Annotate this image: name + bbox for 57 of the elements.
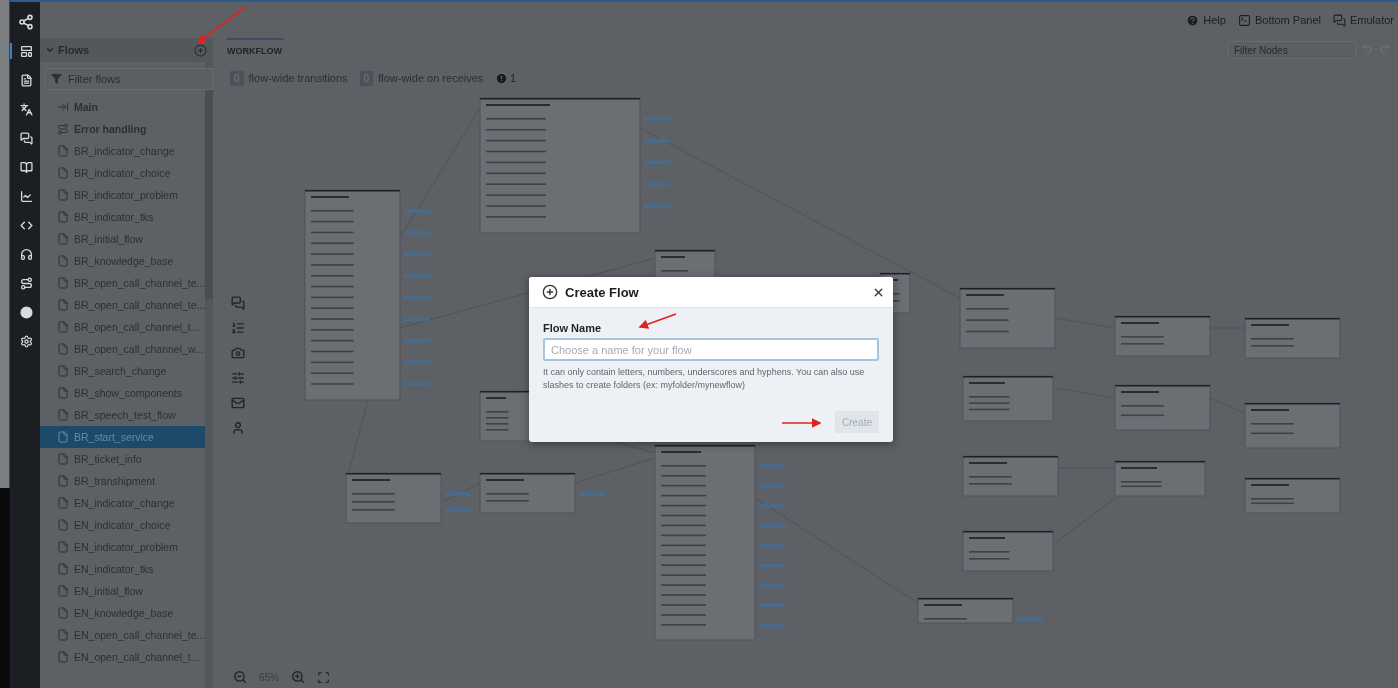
- annotation-arrow: [196, 6, 246, 44]
- header-link[interactable]: Emulator: [1332, 13, 1394, 27]
- terminal-icon: [1237, 13, 1251, 27]
- flow-item[interactable]: BR_start_service: [40, 426, 205, 448]
- filter-icon: [51, 73, 62, 84]
- sliders-icon[interactable]: [231, 371, 245, 385]
- zoom-in-icon[interactable]: [291, 670, 305, 684]
- file-icon: [57, 563, 69, 575]
- file-icon: [57, 277, 69, 289]
- help-icon: [1186, 13, 1200, 27]
- add-icon: [542, 284, 558, 300]
- caret-icon[interactable]: [45, 45, 55, 55]
- camera-icon[interactable]: [231, 346, 245, 360]
- file-icon: [57, 519, 69, 531]
- file-icon: [57, 255, 69, 267]
- file-icon: [57, 145, 69, 157]
- file-icon: [57, 629, 69, 641]
- mail-icon[interactable]: [231, 396, 245, 410]
- annotation-arrow: [781, 418, 822, 428]
- add-flow-icon[interactable]: [194, 43, 207, 57]
- file-icon: [57, 585, 69, 597]
- file-icon: [57, 233, 69, 245]
- flow-name-field[interactable]: Choose a name for your flow: [543, 338, 879, 361]
- file-icon: [57, 453, 69, 465]
- arrow-icon: [57, 101, 69, 113]
- file-icon: [57, 497, 69, 509]
- numbered-list-icon[interactable]: [231, 321, 245, 335]
- fit-view-icon[interactable]: [317, 670, 330, 684]
- zoom-out-icon[interactable]: [233, 670, 247, 684]
- file-icon: [57, 607, 69, 619]
- annotation-arrow: [638, 313, 677, 329]
- file-icon: [57, 541, 69, 553]
- field-hint: It can only contain letters, numbers, underscores and hyphens. You can also use slashes to create folders (ex: myfolder/mynewflow): [543, 366, 866, 392]
- route-icon: [57, 123, 69, 135]
- header-link[interactable]: Bottom Panel: [1237, 13, 1321, 27]
- file-icon: [57, 387, 69, 399]
- scrollbar[interactable]: [205, 62, 213, 688]
- file-icon: [57, 409, 69, 421]
- dialog-title: Create Flow: [565, 284, 640, 300]
- chat-icon: [1332, 13, 1346, 27]
- filter-nodes-field[interactable]: Filter Nodes: [1228, 41, 1356, 59]
- file-icon: [57, 343, 69, 355]
- file-icon: [57, 189, 69, 201]
- file-icon: [57, 365, 69, 377]
- file-icon: [57, 167, 69, 179]
- file-icon: [57, 475, 69, 487]
- file-icon: [57, 321, 69, 333]
- warning-count: 1: [510, 72, 516, 84]
- workflow-tab[interactable]: WORKFLOW: [227, 38, 284, 57]
- warning-icon: [495, 71, 509, 85]
- file-icon: [57, 211, 69, 223]
- user-icon[interactable]: [231, 421, 245, 435]
- header-link[interactable]: Help: [1186, 13, 1226, 27]
- file-icon: [57, 651, 69, 663]
- file-icon: [57, 299, 69, 311]
- file-icon: [57, 431, 69, 443]
- field-label: Flow Name: [543, 322, 603, 334]
